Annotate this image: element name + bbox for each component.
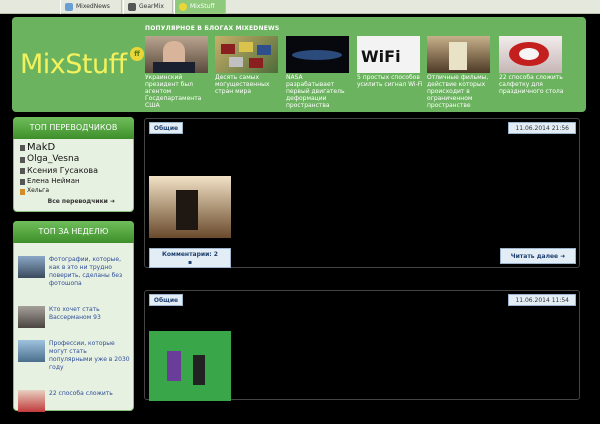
translator-item[interactable]: Ксения Гусакова [19, 165, 129, 176]
translator-name[interactable]: MakD [27, 142, 55, 153]
avatar-icon [20, 145, 25, 151]
tab-label: MixedNews [76, 3, 110, 10]
week-item[interactable]: Кто хочет стать Вассерманом 93 [18, 306, 130, 340]
read-more-label[interactable]: Читать далее [511, 253, 558, 260]
blog-caption[interactable]: NASA разрабатывает первый двигатель дефо… [286, 74, 352, 110]
week-item[interactable]: Профессии, которые могут стать популярны… [18, 340, 130, 374]
week-thumbnail[interactable] [18, 390, 45, 412]
blog-thumbnail[interactable] [145, 36, 208, 73]
blog-thumbnail[interactable] [427, 36, 490, 73]
translator-name[interactable]: Хельга [27, 187, 49, 194]
week-thumbnail[interactable] [18, 256, 45, 278]
all-translators-label[interactable]: Все переводчики [48, 198, 108, 205]
week-item[interactable]: 22 способа сложить [18, 390, 130, 424]
arrow-right-icon: ➜ [560, 253, 566, 260]
translator-item[interactable]: Хельга [19, 186, 129, 195]
week-item-title[interactable]: Фотографии, которые, как в это ни трудно… [49, 256, 131, 288]
site-logo[interactable]: MixStuff [20, 49, 127, 80]
blog-caption[interactable]: Украинский президент был агентом Госдепа… [145, 74, 211, 110]
mixednews-icon [65, 3, 73, 11]
all-translators-link[interactable]: Все переводчики ➜ [19, 198, 129, 205]
week-item-title[interactable]: Профессии, которые могут стать популярны… [49, 340, 131, 372]
comments-label[interactable]: Комментарии: 2 [162, 251, 218, 258]
week-thumbnail[interactable] [18, 306, 45, 328]
blog-caption[interactable]: Десять самых могущественных стран мира [215, 74, 281, 110]
blog-caption[interactable]: Отличные фильмы, действие которых происх… [427, 74, 493, 110]
top-tab-bar: MixedNews GearMix MixStuff [0, 0, 600, 14]
tab-label: MixStuff [190, 3, 215, 10]
post-image[interactable] [149, 176, 231, 238]
tab-mixednews[interactable]: MixedNews [60, 0, 122, 14]
top-week-box: ТОП ЗА НЕДЕЛЮ Фотографии, которые, как в… [13, 221, 134, 412]
avatar-icon [20, 189, 25, 195]
post-date: 11.06.2014 21:56 [508, 122, 576, 134]
translator-name[interactable]: Ксения Гусакова [27, 166, 98, 175]
mixstuff-icon [179, 3, 187, 11]
post-category[interactable]: Общие [149, 294, 183, 306]
week-thumbnail[interactable] [18, 340, 45, 362]
post-image[interactable] [149, 331, 231, 401]
week-item-title[interactable]: Кто хочет стать Вассерманом 93 [49, 306, 131, 322]
logo-badge-icon: ff [130, 47, 144, 61]
week-item[interactable]: Фотографии, которые, как в это ни трудно… [18, 256, 130, 290]
blog-caption[interactable]: 22 способа сложить салфетку для празднич… [499, 74, 565, 110]
top-translators-box: ТОП ПЕРЕВОДЧИКОВ MakD Olga_Vesna Ксения … [13, 117, 134, 212]
arrow-right-icon: ➜ [109, 198, 115, 205]
post-title[interactable] [149, 310, 569, 326]
post-category[interactable]: Общие [149, 122, 183, 134]
blog-caption[interactable]: 5 простых способов усилить сигнал Wi-Fi [357, 74, 423, 110]
avatar-icon [20, 157, 25, 163]
comments-link[interactable]: Комментарии: 2 ▪ [149, 248, 231, 268]
blog-thumbnail[interactable] [499, 36, 562, 73]
comment-icon: ▪ [187, 259, 193, 266]
translator-item[interactable]: MakD [19, 142, 129, 154]
avatar-icon [20, 168, 25, 174]
post-excerpt [235, 177, 545, 205]
avatar-icon [20, 179, 25, 185]
translator-item[interactable]: Елена Нейман [19, 176, 129, 186]
top-translators-heading: ТОП ПЕРЕВОДЧИКОВ [13, 117, 134, 139]
site-header: MixStuff ff ПОПУЛЯРНОЕ В БЛОГАХ MIXEDNEW… [12, 17, 586, 112]
read-more-button[interactable]: Читать далее ➜ [500, 248, 576, 264]
post-title[interactable] [149, 138, 569, 168]
post-date: 11.06.2014 11:54 [508, 294, 576, 306]
post-excerpt [235, 331, 545, 347]
week-item-title[interactable]: 22 способа сложить [49, 390, 131, 398]
top-week-heading: ТОП ЗА НЕДЕЛЮ [13, 221, 134, 243]
translator-name[interactable]: Olga_Vesna [27, 154, 79, 164]
post-card: Общие 11.06.2014 11:54 [144, 290, 580, 401]
gearmix-icon [128, 3, 136, 11]
blogs-heading: ПОПУЛЯРНОЕ В БЛОГАХ MIXEDNEWS [145, 25, 280, 32]
tab-mixstuff[interactable]: MixStuff [174, 0, 226, 14]
translator-item[interactable]: Olga_Vesna [19, 154, 129, 165]
post-card: Общие 11.06.2014 21:56 Комментарии: 2 ▪ … [144, 118, 580, 268]
blog-thumbnail[interactable] [286, 36, 349, 73]
blog-thumbnail[interactable]: WiFi [357, 36, 420, 73]
blog-thumbnail[interactable] [215, 36, 278, 73]
translator-name[interactable]: Елена Нейман [27, 177, 80, 185]
tab-label: GearMix [139, 3, 164, 10]
tab-gearmix[interactable]: GearMix [123, 0, 173, 14]
